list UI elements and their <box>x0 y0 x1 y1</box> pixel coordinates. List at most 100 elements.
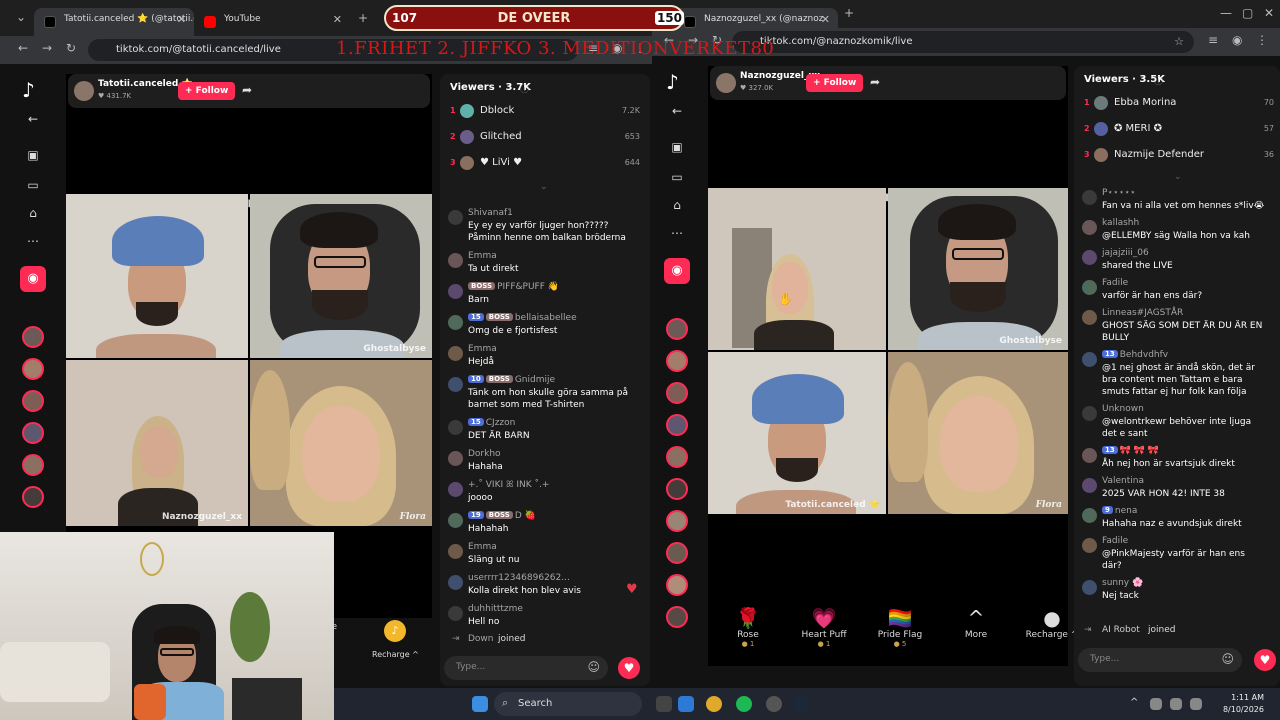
video-camera-icon[interactable]: ▭ <box>22 174 44 196</box>
chat-avatar[interactable] <box>448 513 463 528</box>
edge-icon[interactable] <box>678 696 694 712</box>
close-tab-icon[interactable]: ✕ <box>821 13 830 26</box>
chat-username[interactable]: Emma <box>468 251 497 261</box>
chat-avatar[interactable] <box>448 420 463 435</box>
live-tv-icon[interactable]: ▣ <box>22 144 44 166</box>
chat-avatar[interactable] <box>1082 250 1097 265</box>
chat-avatar[interactable] <box>1082 190 1097 205</box>
tiktok-logo-icon[interactable]: ♪ <box>666 70 679 94</box>
viewer-name[interactable]: Dblock <box>480 105 514 116</box>
chat-username[interactable]: P⋆⋆⋆⋆⋆ <box>1102 188 1136 198</box>
live-avatar[interactable] <box>666 478 688 500</box>
live-avatar[interactable] <box>22 358 44 380</box>
url-field[interactable]: tiktok.com/@naznozkomik/live ☆ <box>732 31 1194 53</box>
chat-input[interactable]: Type... ☺ <box>1078 648 1242 672</box>
new-tab-icon[interactable]: + <box>358 11 368 25</box>
follow-button[interactable]: + Follow <box>178 82 236 100</box>
chat-username[interactable]: Linneas#JAGSTÅR <box>1102 308 1183 318</box>
chat-input[interactable]: Type... ☺ <box>444 656 608 680</box>
follow-button[interactable]: + Follow <box>806 74 864 92</box>
info-icon[interactable]: ⓘ <box>1154 74 1163 87</box>
live-avatar[interactable] <box>666 510 688 532</box>
chat-avatar[interactable] <box>1082 352 1097 367</box>
video-tile-4[interactable]: Flora <box>888 352 1068 514</box>
minimize-icon[interactable]: — <box>1220 6 1232 20</box>
chat-avatar[interactable] <box>448 606 463 621</box>
new-tab-icon[interactable]: + <box>844 6 854 20</box>
live-avatar[interactable] <box>22 454 44 476</box>
live-button-icon[interactable]: ◉ <box>20 266 46 292</box>
chat-username[interactable]: BOSS PIFF&PUFF 👋 <box>468 282 559 292</box>
steam-icon[interactable] <box>794 696 810 712</box>
gift-item[interactable]: 🏳️‍🌈 Pride Flag ● 5 <box>868 606 932 648</box>
chat-username[interactable]: duhhitttzme <box>468 604 523 614</box>
chat-username[interactable]: userrrr12346896262... <box>468 573 570 583</box>
viewer-name[interactable]: Ebba Morina <box>1114 97 1176 108</box>
chat-username[interactable]: Shivanaf1 <box>468 208 513 218</box>
chat-username[interactable]: 19 BOSS D 🍓 <box>468 511 536 521</box>
chat-username[interactable]: 10 BOSS Gnidmije <box>468 375 555 385</box>
chat-username[interactable]: kallashh <box>1102 218 1139 228</box>
host-avatar[interactable] <box>74 81 94 101</box>
chat-avatar[interactable] <box>1082 220 1097 235</box>
video-tile-3[interactable]: Tatotii.canceled ⭐ <box>708 352 886 514</box>
video-tile-1[interactable]: ✋ <box>708 188 886 350</box>
expand-chevron-icon[interactable]: ⌄ <box>540 182 548 192</box>
more-icon[interactable]: ⋯ <box>22 230 44 252</box>
home-icon[interactable]: ⌂ <box>666 194 688 216</box>
gift-item[interactable]: 🌹 Rose ● 1 <box>716 606 780 648</box>
chat-avatar[interactable] <box>1082 580 1097 595</box>
tab-tiktok-tatotii[interactable]: Tatotii.canceled ⭐ (@tatotii.ca ✕ <box>34 8 194 36</box>
viewers-heading[interactable]: Viewers · 3.5K <box>1084 74 1165 85</box>
chat-avatar[interactable] <box>1082 508 1097 523</box>
chat-username[interactable]: 9 nena <box>1102 506 1137 516</box>
chat-username[interactable]: 15 BOSS bellaisabellee <box>468 313 577 323</box>
viewer-name[interactable]: ✪ MERI ✪ <box>1114 123 1162 134</box>
chat-avatar[interactable] <box>448 284 463 299</box>
maximize-icon[interactable]: ▢ <box>1242 6 1253 20</box>
back-icon[interactable]: ← <box>18 41 28 55</box>
joined-name[interactable]: AI Robot <box>1102 625 1140 635</box>
chat-avatar[interactable] <box>1082 406 1097 421</box>
close-tab-icon[interactable]: ✕ <box>177 13 186 26</box>
chat-username[interactable]: sunny 🌸 <box>1102 578 1143 588</box>
taskbar-search[interactable]: ⌕ Search <box>494 692 642 716</box>
live-avatar[interactable] <box>666 542 688 564</box>
host-avatar[interactable] <box>716 73 736 93</box>
live-avatar[interactable] <box>22 486 44 508</box>
chat-username[interactable]: 13 🎀 🎀 🎀 <box>1102 446 1159 456</box>
taskbar-clock[interactable]: 1:11 AM 8/10/2026 <box>1223 692 1264 716</box>
live-avatar[interactable] <box>666 574 688 596</box>
start-icon[interactable] <box>472 696 488 712</box>
live-button-icon[interactable]: ◉ <box>664 258 690 284</box>
chat-username[interactable]: Dorkho <box>468 449 501 459</box>
chat-avatar[interactable] <box>1082 310 1097 325</box>
volume-icon[interactable] <box>1190 698 1202 710</box>
bookmark-star-icon[interactable]: ☆ <box>1174 35 1184 48</box>
more-icon[interactable]: ⋯ <box>666 222 688 244</box>
close-tab-icon[interactable]: ✕ <box>333 13 342 26</box>
chat-avatar[interactable] <box>1082 280 1097 295</box>
recharge-button[interactable]: Recharge ^ <box>372 650 419 659</box>
viewer-name[interactable]: ♥ LiVi ♥ <box>480 157 522 168</box>
viewer-name[interactable]: Glitched <box>480 131 522 142</box>
chat-username[interactable]: Emma <box>468 344 497 354</box>
chat-avatar[interactable] <box>448 346 463 361</box>
gift-item[interactable]: ^ More <box>944 606 1008 640</box>
menu-icon[interactable]: ⋮ <box>1256 33 1268 47</box>
network-icon[interactable] <box>1150 698 1162 710</box>
chat-avatar[interactable] <box>448 377 463 392</box>
chat-avatar[interactable] <box>448 482 463 497</box>
live-avatar[interactable] <box>666 606 688 628</box>
chat-username[interactable]: jajajziii_06 <box>1102 248 1149 258</box>
video-tile-2[interactable]: Ghostalbyse <box>250 194 432 358</box>
live-avatar[interactable] <box>666 318 688 340</box>
back-arrow-icon[interactable]: ← <box>666 100 688 122</box>
chat-avatar[interactable] <box>1082 478 1097 493</box>
expand-chevron-icon[interactable]: ⌄ <box>1174 172 1182 182</box>
joined-name[interactable]: Down <box>468 634 494 644</box>
spotify-icon[interactable] <box>736 696 752 712</box>
live-tv-icon[interactable]: ▣ <box>666 136 688 158</box>
video-tile-3[interactable]: Naznozguzel_xx <box>66 360 248 526</box>
chat-avatar[interactable] <box>448 451 463 466</box>
